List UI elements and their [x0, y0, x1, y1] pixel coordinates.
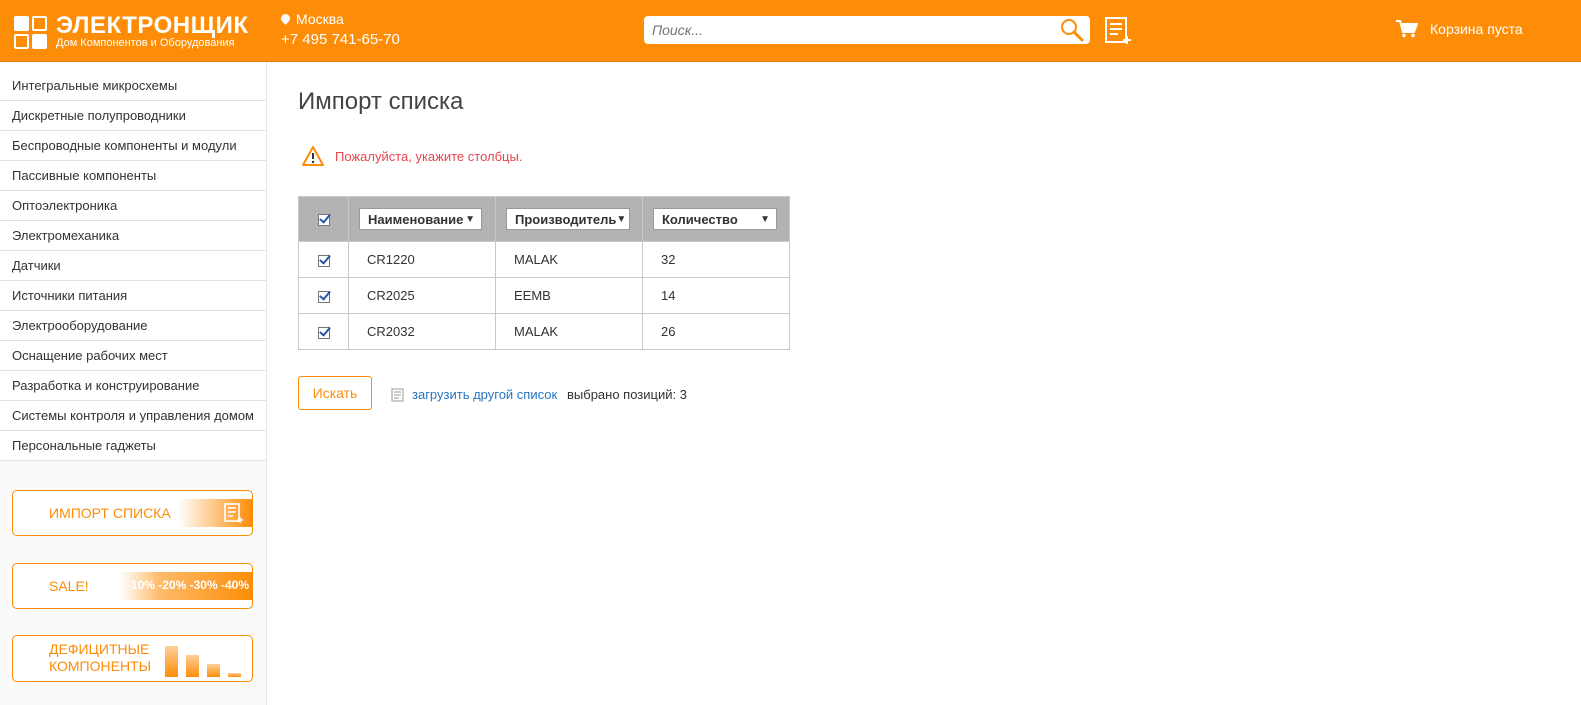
- page-title: Импорт списка: [298, 88, 464, 115]
- promo-import-label: ИМПОРТ СПИСКА: [49, 505, 171, 521]
- cart-icon: [1396, 20, 1418, 38]
- bars-chart-icon: [165, 646, 249, 677]
- cell-name: CR2025: [348, 277, 496, 314]
- table-row: CR2032 MALAK 26: [298, 313, 790, 350]
- phone-number: +7 495 741-65-70: [281, 31, 400, 48]
- sidebar-item-gadgets[interactable]: Персональные гаджеты: [0, 431, 266, 461]
- sidebar-item-wireless[interactable]: Беспроводные компоненты и модули: [0, 131, 266, 161]
- table-row: CR2025 EEMB 14: [298, 277, 790, 314]
- row-checkbox[interactable]: [317, 290, 330, 303]
- sidebar-item-workplace[interactable]: Оснащение рабочих мест: [0, 341, 266, 371]
- city-selector[interactable]: Москва: [279, 11, 344, 27]
- promo-sale-label: SALE!: [49, 578, 89, 594]
- select-all-cell: [298, 196, 349, 242]
- upload-another-list-link[interactable]: загрузить другой список: [412, 387, 557, 402]
- promo-sale-button[interactable]: SALE! -10% -20% -30% -40%: [12, 563, 253, 609]
- column-header-2: Производитель ▼: [495, 196, 643, 242]
- row-checkbox[interactable]: [317, 254, 330, 267]
- sidebar-item-electromechanics[interactable]: Электромеханика: [0, 221, 266, 251]
- column-header-1: Наименование ▼: [348, 196, 496, 242]
- row-checkbox[interactable]: [317, 326, 330, 339]
- search-button[interactable]: Искать: [298, 376, 372, 410]
- import-list-icon[interactable]: [1104, 17, 1132, 45]
- logo-subtitle: Дом Компонентов и Оборудования: [56, 37, 235, 49]
- cell-qty: 26: [642, 313, 790, 350]
- column-header-3: Количество ▼: [642, 196, 790, 242]
- search-box: [644, 16, 1090, 44]
- cell-maker: EEMB: [495, 277, 643, 314]
- dropdown-arrow-icon: ▼: [465, 213, 475, 225]
- sidebar-item-power-supplies[interactable]: Источники питания: [0, 281, 266, 311]
- dropdown-arrow-icon: ▼: [760, 213, 770, 225]
- logo-title: ЭЛЕКТРОНЩИК: [56, 12, 249, 39]
- promo-import-list-button[interactable]: ИМПОРТ СПИСКА: [12, 490, 253, 536]
- city-label: Москва: [296, 11, 344, 27]
- header: ЭЛЕКТРОНЩИК Дом Компонентов и Оборудован…: [0, 0, 1581, 62]
- sidebar-item-passive[interactable]: Пассивные компоненты: [0, 161, 266, 191]
- cart[interactable]: Корзина пуста: [1396, 20, 1523, 38]
- warning-icon: [302, 146, 324, 166]
- search-icon[interactable]: [1060, 18, 1084, 42]
- import-list-icon: [224, 503, 243, 523]
- logo-squares-icon: [14, 16, 47, 49]
- sidebar-item-development[interactable]: Разработка и конструирование: [0, 371, 266, 401]
- promo-deficit-line1: ДЕФИЦИТНЫЕ: [49, 641, 150, 657]
- select-all-checkbox[interactable]: [317, 214, 330, 227]
- warning-message: Пожалуйста, укажите столбцы.: [302, 146, 522, 166]
- import-table: Наименование ▼ Производитель ▼ Количество ▼…: [298, 196, 790, 350]
- cart-label: Корзина пуста: [1430, 21, 1523, 37]
- logo[interactable]: ЭЛЕКТРОНЩИК Дом Компонентов и Оборудован…: [14, 12, 249, 50]
- document-icon: [391, 388, 404, 401]
- table-row: CR1220 MALAK 32: [298, 241, 790, 278]
- search-input[interactable]: [644, 16, 1060, 44]
- warning-text: Пожалуйста, укажите столбцы.: [335, 148, 523, 164]
- sidebar-item-electrical-equipment[interactable]: Электрооборудование: [0, 311, 266, 341]
- cell-name: CR1220: [348, 241, 496, 278]
- sidebar: Интегральные микросхемы Дискретные полуп…: [0, 62, 267, 705]
- cell-qty: 32: [642, 241, 790, 278]
- sidebar-item-discrete-semiconductors[interactable]: Дискретные полупроводники: [0, 101, 266, 131]
- promo-sale-percent: -10% -20% -30% -40%: [126, 578, 249, 592]
- sidebar-item-optoelectronics[interactable]: Оптоэлектроника: [0, 191, 266, 221]
- cell-qty: 14: [642, 277, 790, 314]
- selected-count: выбрано позиций: 3: [567, 387, 687, 402]
- sidebar-item-smart-home[interactable]: Системы контроля и управления домом: [0, 401, 266, 431]
- column-select-2[interactable]: Производитель ▼: [506, 208, 630, 230]
- location-pin-icon: [279, 12, 292, 25]
- cell-name: CR2032: [348, 313, 496, 350]
- table-header-row: Наименование ▼ Производитель ▼ Количество ▼: [298, 196, 790, 242]
- category-list: Интегральные микросхемы Дискретные полуп…: [0, 62, 266, 461]
- cell-maker: MALAK: [495, 313, 643, 350]
- promo-deficit-button[interactable]: ДЕФИЦИТНЫЕ КОМПОНЕНТЫ: [12, 635, 253, 682]
- sidebar-item-integrated-circuits[interactable]: Интегральные микросхемы: [0, 62, 266, 101]
- dropdown-arrow-icon: ▼: [616, 213, 627, 225]
- sidebar-item-sensors[interactable]: Датчики: [0, 251, 266, 281]
- column-select-1[interactable]: Наименование ▼: [359, 208, 482, 230]
- reload-list: загрузить другой список: [391, 387, 557, 402]
- promo-deficit-line2: КОМПОНЕНТЫ: [49, 658, 152, 674]
- column-select-3[interactable]: Количество ▼: [653, 208, 777, 230]
- cell-maker: MALAK: [495, 241, 643, 278]
